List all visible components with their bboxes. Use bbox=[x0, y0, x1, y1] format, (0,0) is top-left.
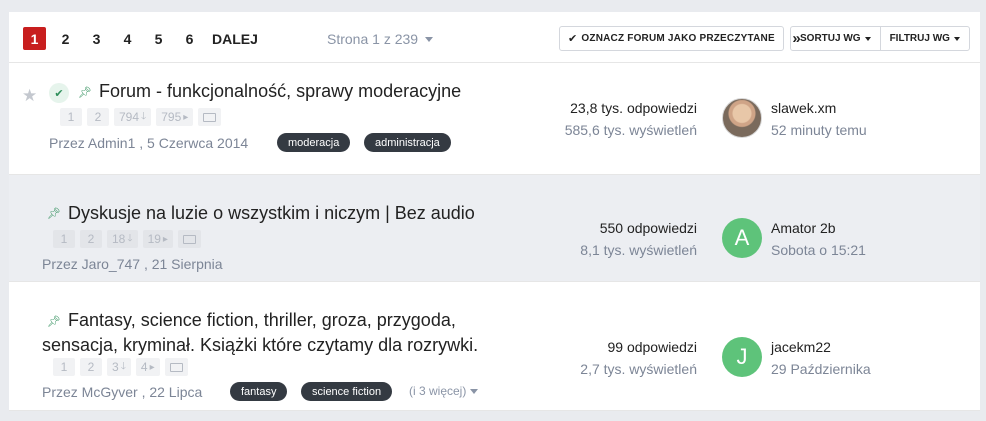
topic-title-line: sensacja, kryminał. Książki które czytam… bbox=[42, 335, 479, 355]
check-icon: ✔ bbox=[49, 83, 69, 103]
page-info-label: Strona 1 z 239 bbox=[327, 31, 419, 47]
pin-icon: 📌︎ bbox=[78, 87, 92, 99]
caret-down-icon bbox=[425, 36, 434, 42]
topic-author: Przez Jaro_747 , 21 Sierpnia bbox=[42, 256, 223, 272]
mini-page-button[interactable]: 1 bbox=[53, 358, 75, 376]
mini-page-button[interactable]: 2 bbox=[80, 230, 102, 248]
mini-page-unread-button[interactable]: 794 🡓 bbox=[114, 108, 152, 126]
arrow-right-icon: ▸ bbox=[183, 111, 189, 123]
topic-stats: 23,8 tys. odpowiedzi 585,6 tys. wyświetl… bbox=[565, 97, 697, 141]
topic-row: 📌︎ Dyskusje na luzie o wszystkim i niczy… bbox=[9, 175, 980, 282]
replies-count: 23,8 tys. odpowiedzi bbox=[570, 100, 697, 116]
page-3-button[interactable]: 3 bbox=[85, 27, 108, 50]
topic-mini-pagination: 1 2 3 🡓 4 ▸ bbox=[53, 358, 193, 376]
avatar[interactable] bbox=[722, 98, 762, 138]
arrow-down-icon: 🡓 bbox=[120, 360, 126, 372]
keyboard-icon bbox=[169, 362, 183, 372]
topic-author: Przez McGyver , 22 Lipca bbox=[42, 384, 203, 400]
last-poster-name[interactable]: jacekm22 bbox=[771, 336, 871, 358]
mark-forum-read-label: OZNACZ FORUM JAKO PRZECZYTANE bbox=[581, 33, 775, 44]
views-count: 585,6 tys. wyświetleń bbox=[564, 122, 697, 138]
page-2-button[interactable]: 2 bbox=[54, 27, 77, 50]
sort-button[interactable]: SORTUJ WG bbox=[791, 27, 880, 50]
mini-page-button[interactable]: 1 bbox=[53, 230, 75, 248]
page-6-button[interactable]: 6 bbox=[178, 27, 201, 50]
topic-stats: 99 odpowiedzi 2,7 tys. wyświetleń bbox=[580, 336, 697, 380]
caret-down-icon bbox=[470, 388, 479, 394]
topic-title[interactable]: Fantasy, science fiction, thriller, groz… bbox=[42, 308, 478, 358]
keyboard-icon bbox=[182, 234, 196, 244]
mini-page-button[interactable]: 1 bbox=[60, 108, 82, 126]
last-post-time: 52 minuty temu bbox=[771, 122, 867, 138]
topic-author: Przez Admin1 , 5 Czerwca 2014 bbox=[49, 135, 249, 151]
page-5-button[interactable]: 5 bbox=[147, 27, 170, 50]
check-icon: ✔ bbox=[568, 33, 578, 45]
sort-label: SORTUJ WG bbox=[800, 33, 861, 44]
topic-mini-pagination: 1 2 794 🡓 795 ▸ bbox=[60, 108, 226, 126]
sort-filter-group: SORTUJ WG FILTRUJ WG bbox=[790, 26, 970, 51]
topic-list-toolbar: 1 2 3 4 5 6 DALEJ » Strona 1 z 239 ✔ OZN… bbox=[9, 12, 980, 63]
last-poster-name[interactable]: Amator 2b bbox=[771, 217, 866, 239]
views-count: 2,7 tys. wyświetleń bbox=[580, 361, 697, 377]
keyboard-icon bbox=[203, 112, 217, 122]
mini-page-button[interactable]: 2 bbox=[87, 108, 109, 126]
next-page-button[interactable]: DALEJ bbox=[211, 27, 259, 50]
mini-page-last-button[interactable]: 19 ▸ bbox=[142, 230, 173, 248]
more-tags-dropdown[interactable]: (i 3 więcej) bbox=[409, 384, 479, 398]
arrow-right-icon: ▸ bbox=[149, 361, 155, 373]
star-icon[interactable]: ★ bbox=[22, 86, 37, 106]
page-1-button[interactable]: 1 bbox=[23, 27, 46, 50]
last-post-info: slawek.xm 52 minuty temu bbox=[771, 97, 867, 141]
views-count: 8,1 tys. wyświetleń bbox=[580, 242, 697, 258]
forum-topic-list: 1 2 3 4 5 6 DALEJ » Strona 1 z 239 ✔ OZN… bbox=[9, 12, 980, 411]
page-4-button[interactable]: 4 bbox=[116, 27, 139, 50]
topic-title-line: Fantasy, science fiction, thriller, groz… bbox=[68, 310, 456, 330]
topic-mini-pagination: 1 2 18 🡓 19 ▸ bbox=[53, 230, 206, 248]
last-post-time: 29 Października bbox=[771, 361, 871, 377]
tag-badge[interactable]: fantasy bbox=[230, 382, 288, 401]
mini-page-unread-button[interactable]: 18 🡓 bbox=[107, 230, 138, 248]
tag-badge[interactable]: administracja bbox=[364, 133, 451, 152]
pagination: 1 2 3 4 5 6 DALEJ » bbox=[23, 27, 801, 50]
mini-page-last-button[interactable]: 795 ▸ bbox=[156, 108, 194, 126]
tag-badge[interactable]: science fiction bbox=[301, 382, 393, 401]
arrow-down-icon: 🡓 bbox=[141, 110, 147, 122]
caret-down-icon bbox=[864, 36, 871, 41]
topic-preview-button[interactable] bbox=[164, 358, 188, 376]
tag-badge[interactable]: moderacja bbox=[277, 133, 351, 152]
last-post-time: Sobota o 15:21 bbox=[771, 242, 866, 258]
topic-title[interactable]: Dyskusje na luzie o wszystkim i niczym |… bbox=[68, 201, 475, 226]
filter-button[interactable]: FILTRUJ WG bbox=[879, 27, 969, 50]
topic-title[interactable]: Forum - funkcjonalność, sprawy moderacyj… bbox=[99, 79, 461, 104]
topic-preview-button[interactable] bbox=[198, 108, 222, 126]
mini-page-unread-button[interactable]: 3 🡓 bbox=[107, 358, 131, 376]
replies-count: 550 odpowiedzi bbox=[599, 220, 697, 236]
avatar[interactable]: J bbox=[722, 337, 762, 377]
more-tags-label: (i 3 więcej) bbox=[409, 384, 467, 398]
arrow-right-icon: ▸ bbox=[162, 233, 168, 245]
topic-row: 📌︎ Fantasy, science fiction, thriller, g… bbox=[9, 282, 980, 411]
mini-page-button[interactable]: 2 bbox=[80, 358, 102, 376]
mark-forum-read-button[interactable]: ✔ OZNACZ FORUM JAKO PRZECZYTANE bbox=[559, 26, 784, 51]
topic-preview-button[interactable] bbox=[177, 230, 201, 248]
last-post-info: Amator 2b Sobota o 15:21 bbox=[771, 217, 866, 261]
topic-stats: 550 odpowiedzi 8,1 tys. wyświetleń bbox=[580, 217, 697, 261]
avatar[interactable]: A bbox=[722, 218, 762, 258]
last-poster-name[interactable]: slawek.xm bbox=[771, 97, 867, 119]
last-post-info: jacekm22 29 Października bbox=[771, 336, 871, 380]
page-jump-dropdown[interactable]: Strona 1 z 239 bbox=[327, 31, 434, 47]
caret-down-icon bbox=[953, 36, 960, 41]
arrow-down-icon: 🡓 bbox=[127, 232, 133, 244]
pin-icon: 📌︎ bbox=[47, 208, 61, 220]
mini-page-last-button[interactable]: 4 ▸ bbox=[135, 358, 160, 376]
topic-row: ★ ✔ 📌︎ Forum - funkcjonalność, sprawy mo… bbox=[9, 63, 980, 175]
replies-count: 99 odpowiedzi bbox=[607, 339, 697, 355]
filter-label: FILTRUJ WG bbox=[889, 33, 950, 44]
